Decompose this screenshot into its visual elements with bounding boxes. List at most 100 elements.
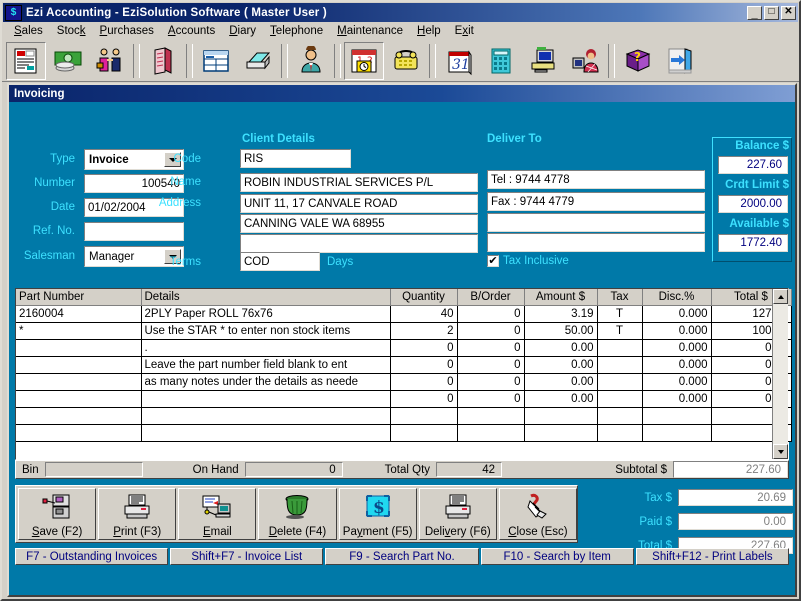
scroll-up-icon[interactable] xyxy=(773,289,788,304)
cell-qty[interactable]: 0 xyxy=(390,339,458,357)
table-row[interactable] xyxy=(16,424,792,442)
status-f7[interactable]: F7 - Outstanding Invoices xyxy=(15,548,169,565)
cell-border[interactable]: 0 xyxy=(457,305,525,323)
cell-qty[interactable]: 2 xyxy=(390,322,458,340)
cell-part[interactable] xyxy=(16,373,142,391)
cell-border[interactable] xyxy=(457,407,525,425)
toolbar-telephone-button[interactable] xyxy=(386,41,426,80)
cell-disc[interactable] xyxy=(642,424,712,442)
line-items-grid[interactable]: Part Number Details Quantity B/Order Amo… xyxy=(15,288,792,460)
menu-telephone[interactable]: Telephone xyxy=(263,24,330,38)
delete-button[interactable]: Delete (F4) xyxy=(258,488,337,540)
cell-qty[interactable]: 40 xyxy=(390,305,458,323)
col-tax[interactable]: Tax xyxy=(597,289,643,306)
toolbar-computer-button[interactable] xyxy=(523,41,563,80)
deliver-line1-field[interactable]: Tel : 9744 4778 xyxy=(487,170,705,189)
cell-part[interactable]: * xyxy=(16,322,142,340)
toolbar-stock-button[interactable] xyxy=(143,41,183,80)
cell-disc[interactable]: 0.000 xyxy=(642,305,712,323)
cell-disc[interactable]: 0.000 xyxy=(642,390,712,408)
cell-tax[interactable]: T xyxy=(597,305,643,323)
status-shift-f12[interactable]: Shift+F12 - Print Labels xyxy=(635,548,790,565)
cell-disc[interactable]: 0.000 xyxy=(642,339,712,357)
scroll-track[interactable] xyxy=(773,304,788,444)
toolbar-support-button[interactable] xyxy=(565,41,605,80)
save-button[interactable]: Save (F2) xyxy=(18,488,97,540)
deliver-line2-field[interactable]: Fax : 9744 4779 xyxy=(487,192,705,211)
menu-accounts[interactable]: Accounts xyxy=(161,24,222,38)
status-f10[interactable]: F10 - Search by Item xyxy=(480,548,634,565)
scroll-down-icon[interactable] xyxy=(773,444,788,459)
table-row[interactable]: as many notes under the details as neede… xyxy=(16,373,792,391)
terms-field[interactable]: COD xyxy=(240,252,320,271)
toolbar-ledger-button[interactable] xyxy=(196,41,236,80)
cell-tax[interactable] xyxy=(597,390,643,408)
bin-field[interactable] xyxy=(44,462,143,477)
col-details[interactable]: Details xyxy=(141,289,391,306)
table-row[interactable]: 0 0 0.00 0.000 0.00 xyxy=(16,390,792,408)
cell-border[interactable]: 0 xyxy=(457,356,525,374)
cell-amount[interactable]: 50.00 xyxy=(524,322,598,340)
cell-amount[interactable]: 0.00 xyxy=(524,339,598,357)
cell-qty[interactable] xyxy=(390,407,458,425)
cell-tax[interactable] xyxy=(597,407,643,425)
cell-qty[interactable]: 0 xyxy=(390,356,458,374)
cell-qty[interactable]: 0 xyxy=(390,390,458,408)
cell-disc[interactable]: 0.000 xyxy=(642,373,712,391)
print-button[interactable]: Print (F3) xyxy=(98,488,177,540)
cell-disc[interactable]: 0.000 xyxy=(642,356,712,374)
cell-border[interactable]: 0 xyxy=(457,373,525,391)
cell-qty[interactable]: 0 xyxy=(390,373,458,391)
table-row[interactable]: 2160004 2PLY Paper ROLL 76x76 40 0 3.19 … xyxy=(16,305,792,323)
cell-tax[interactable] xyxy=(597,424,643,442)
cell-tax[interactable] xyxy=(597,356,643,374)
deliver-line4-field[interactable] xyxy=(487,233,705,252)
cell-details[interactable]: Use the STAR * to enter non stock items xyxy=(141,322,391,340)
cell-details[interactable]: 2PLY Paper ROLL 76x76 xyxy=(141,305,391,323)
cell-part[interactable]: 2160004 xyxy=(16,305,142,323)
cell-disc[interactable] xyxy=(642,407,712,425)
menu-maintenance[interactable]: Maintenance xyxy=(330,24,410,38)
cell-part[interactable] xyxy=(16,390,142,408)
cell-amount[interactable] xyxy=(524,407,598,425)
toolbar-scanner-button[interactable] xyxy=(238,41,278,80)
menu-diary[interactable]: Diary xyxy=(222,24,263,38)
table-row[interactable]: * Use the STAR * to enter non stock item… xyxy=(16,322,792,340)
tax-inclusive-checkbox[interactable]: ✔ Tax Inclusive xyxy=(487,255,569,267)
menu-purchases[interactable]: Purchases xyxy=(93,24,161,38)
minimize-button[interactable]: _ xyxy=(747,5,762,20)
cell-amount[interactable]: 3.19 xyxy=(524,305,598,323)
close-button[interactable]: ✕ xyxy=(781,5,796,20)
cell-details[interactable]: as many notes under the details as neede xyxy=(141,373,391,391)
menu-help[interactable]: Help xyxy=(410,24,448,38)
table-row[interactable]: . 0 0 0.00 0.000 0.00 xyxy=(16,339,792,357)
ref-no-field[interactable] xyxy=(84,222,184,241)
status-f9[interactable]: F9 - Search Part No. xyxy=(325,548,479,565)
toolbar-exit-button[interactable] xyxy=(660,41,700,80)
toolbar-money-button[interactable] xyxy=(48,41,88,80)
cell-disc[interactable]: 0.000 xyxy=(642,322,712,340)
table-row[interactable] xyxy=(16,407,792,425)
cell-border[interactable]: 0 xyxy=(457,390,525,408)
deliver-line3-field[interactable] xyxy=(487,213,705,232)
cell-border[interactable] xyxy=(457,424,525,442)
close-button-action[interactable]: Close (Esc) xyxy=(498,488,577,540)
toolbar-calendar-button[interactable]: 31 xyxy=(439,41,479,80)
cell-amount[interactable]: 0.00 xyxy=(524,390,598,408)
cell-amount[interactable]: 0.00 xyxy=(524,356,598,374)
cell-part[interactable] xyxy=(16,356,142,374)
cell-tax[interactable] xyxy=(597,373,643,391)
cell-details[interactable] xyxy=(141,390,391,408)
col-quantity[interactable]: Quantity xyxy=(390,289,458,306)
col-border[interactable]: B/Order xyxy=(457,289,525,306)
maximize-button[interactable]: □ xyxy=(764,5,779,20)
delivery-button[interactable]: Delivery (F6) xyxy=(418,488,497,540)
cell-details[interactable]: Leave the part number field blank to ent xyxy=(141,356,391,374)
email-button[interactable]: Email xyxy=(178,488,257,540)
cell-tax[interactable]: T xyxy=(597,322,643,340)
menu-exit[interactable]: Exit xyxy=(448,24,481,38)
toolbar-invoicing-button[interactable] xyxy=(6,41,46,80)
menu-stock[interactable]: Stock xyxy=(50,24,93,38)
menu-sales[interactable]: Sales xyxy=(7,24,50,38)
col-part-number[interactable]: Part Number xyxy=(16,289,142,306)
